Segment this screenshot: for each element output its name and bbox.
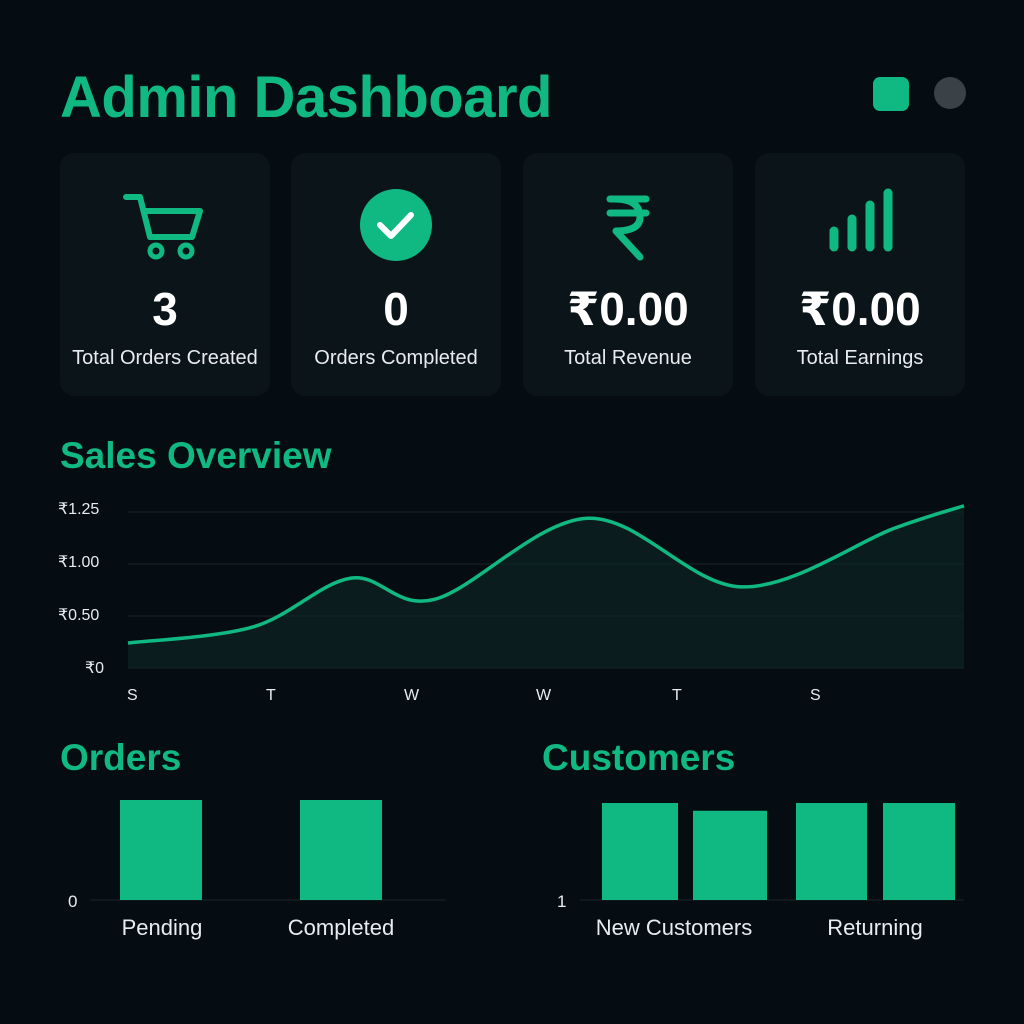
window-square-button[interactable]: [873, 77, 909, 111]
stat-value: 0: [383, 283, 409, 335]
stat-label: Orders Completed: [314, 347, 478, 369]
stat-card-total-orders: 3 Total Orders Created: [60, 153, 270, 396]
bar: [602, 803, 678, 900]
bar-label: Returning: [827, 915, 923, 940]
orders-title: Orders: [60, 737, 182, 778]
x-tick-label: T: [266, 687, 276, 704]
sales-overview-title: Sales Overview: [60, 435, 332, 476]
page-title: Admin Dashboard: [60, 65, 553, 130]
x-tick-label: S: [127, 687, 138, 704]
check-circle-icon: [291, 187, 501, 267]
stat-value: ₹0.00: [799, 283, 921, 335]
bar-label: New Customers: [595, 915, 753, 940]
bar: [693, 810, 767, 900]
customers-title: Customers: [542, 737, 736, 778]
bar: [120, 800, 202, 900]
bar: [883, 803, 955, 900]
stat-card-total-revenue: ₹0.00 Total Revenue: [523, 153, 733, 396]
y-tick-label: 1: [557, 892, 567, 911]
bar-signal-icon: [755, 187, 965, 267]
x-tick-label: S: [810, 687, 821, 704]
bar: [300, 800, 382, 900]
stat-label: Total Earnings: [796, 347, 924, 369]
stat-card-total-earnings: ₹0.00 Total Earnings: [755, 153, 965, 396]
x-tick-label: W: [404, 687, 420, 704]
stat-label: Total Revenue: [564, 347, 692, 369]
bar-label: Completed: [287, 915, 395, 940]
y-tick-label: ₹1.25: [58, 501, 100, 518]
y-tick-label: ₹1.00: [58, 554, 100, 571]
window-circle-button[interactable]: [934, 77, 966, 109]
rupee-icon: [523, 187, 733, 267]
stat-value: ₹0.00: [567, 283, 689, 335]
bar-label: Pending: [121, 915, 203, 940]
y-tick-label: ₹0.50: [58, 607, 100, 624]
x-tick-label: W: [536, 687, 552, 704]
customers-bar-chart: [580, 803, 964, 901]
bar: [796, 803, 867, 900]
x-tick-label: T: [672, 687, 682, 704]
stat-value: 3: [152, 283, 178, 335]
orders-bar-chart: [90, 800, 446, 901]
y-tick-label: ₹0: [85, 660, 105, 677]
sales-line-chart: [127, 504, 965, 669]
stat-label: Total Orders Created: [72, 347, 258, 369]
y-tick-label: 0: [68, 892, 78, 911]
stat-card-orders-completed: 0 Orders Completed: [291, 153, 501, 396]
cart-icon: [60, 187, 270, 267]
